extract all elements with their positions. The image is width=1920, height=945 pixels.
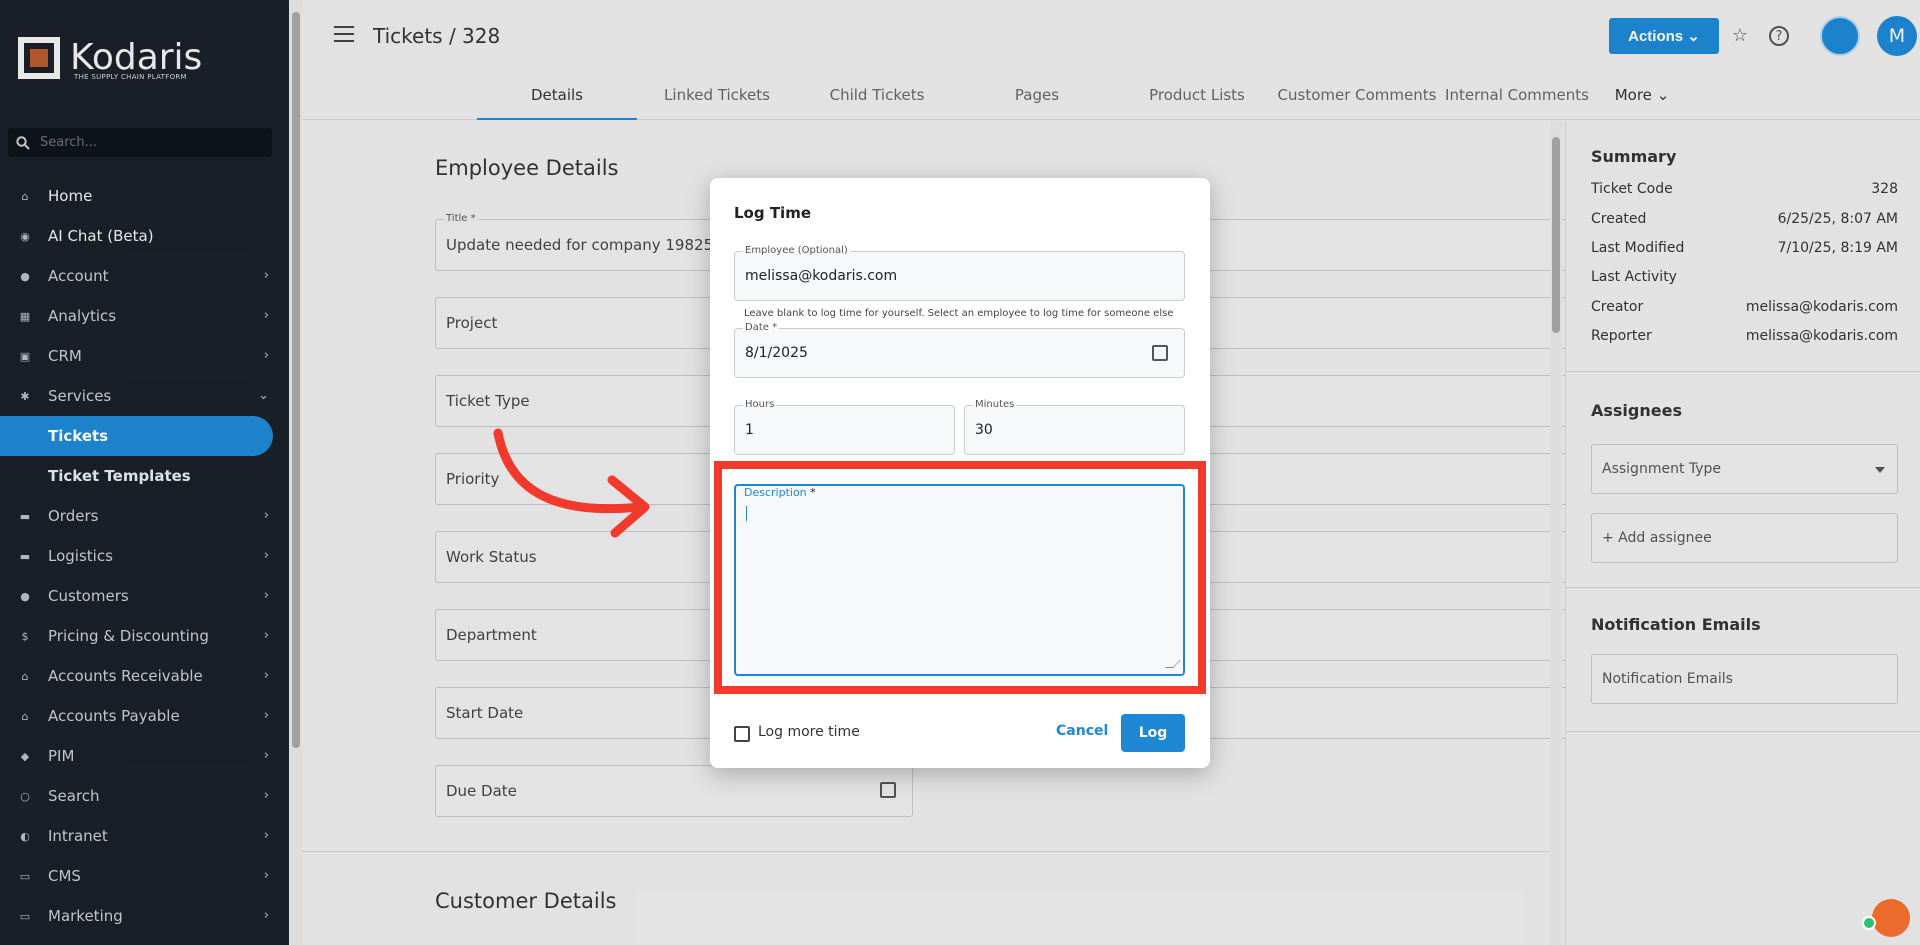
employee-field[interactable]: Employee (Optional) melissa@kodaris.com (734, 245, 1185, 301)
log-more-time-label[interactable]: Log more time (758, 724, 860, 740)
hours-field[interactable]: Hours 1 (734, 399, 955, 455)
chat-support-icon[interactable] (1872, 899, 1910, 937)
date-field[interactable]: Date * 8/1/2025 (734, 322, 1185, 378)
date-field-label: Date * (743, 322, 780, 333)
minutes-field-value: 30 (975, 422, 993, 438)
employee-field-label: Employee (Optional) (743, 245, 850, 256)
hours-field-label: Hours (743, 399, 777, 410)
employee-field-value: melissa@kodaris.com (745, 268, 898, 284)
annotation-highlight-box (714, 461, 1206, 694)
online-status-icon (1862, 916, 1876, 930)
minutes-field-label: Minutes (973, 399, 1017, 410)
annotation-arrow-icon (493, 428, 650, 538)
date-field-value: 8/1/2025 (745, 345, 808, 361)
dialog-title: Log Time (734, 204, 811, 222)
log-more-time-checkbox[interactable] (734, 726, 750, 742)
cancel-button[interactable]: Cancel (1056, 723, 1108, 739)
calendar-icon[interactable] (1152, 345, 1168, 361)
employee-helper-text: Leave blank to log time for yourself. Se… (744, 308, 1174, 319)
log-button[interactable]: Log (1121, 714, 1185, 752)
hours-field-value: 1 (745, 422, 754, 438)
minutes-field[interactable]: Minutes 30 (964, 399, 1185, 455)
